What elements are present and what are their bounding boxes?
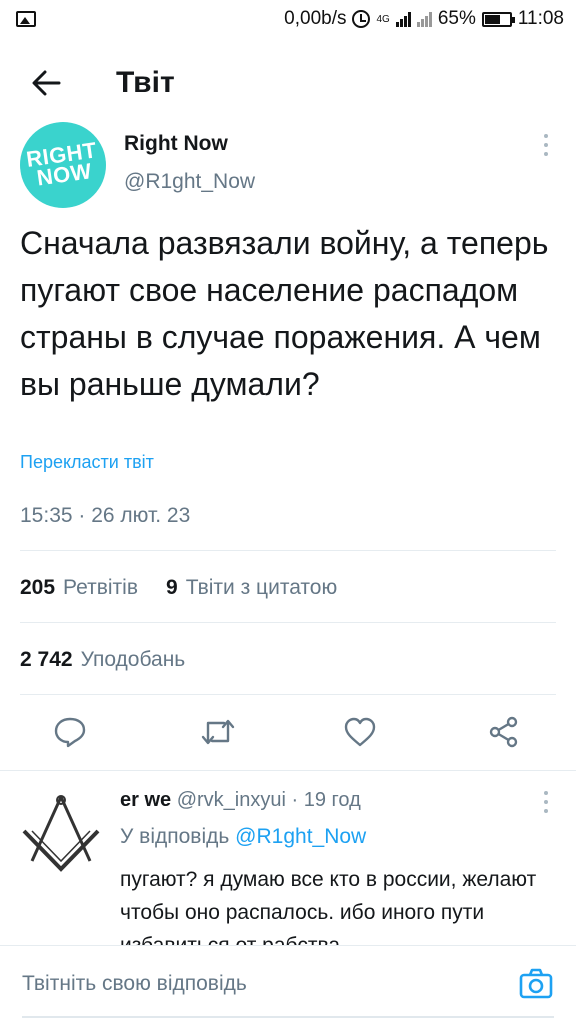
status-bar: 0,00b/s 4G 65% 11:08 [0,0,576,38]
retweet-stats: 205 Ретвітів 9 Твіти з цитатою [20,576,337,600]
tweet-timestamp: 15:35 · 26 лют. 23 [20,504,191,527]
retweet-icon [201,719,235,745]
translate-link[interactable]: Перекласти твіт [20,452,154,473]
retweet-button[interactable] [194,708,242,756]
status-right: 0,00b/s 4G 65% 11:08 [284,8,564,30]
back-button[interactable] [6,38,86,128]
tweet-actions [0,708,576,768]
reply-icon [54,717,86,748]
reply-header: er we @rvk_inxyui · 19 год [120,789,361,812]
tweet-author: RIGHT NOW Right Now @R1ght_Now [0,122,576,220]
share-icon [489,716,518,748]
reply-to-mention[interactable]: @R1ght_Now [235,825,366,848]
clock: 11:08 [517,8,564,29]
compass-square-icon [22,795,100,872]
reply-item[interactable]: er we @rvk_inxyui · 19 год У відповідь @… [0,770,576,945]
more-options-icon[interactable] [544,134,548,156]
reply-separator: · [291,789,299,811]
signal-icon [395,11,411,27]
like-icon [344,717,376,747]
battery-percent: 65% [437,8,476,29]
reply-to-line: У відповідь @R1ght_Now [120,825,366,849]
reply-more-options-icon[interactable] [544,791,548,813]
likes-label[interactable]: Уподобань [81,648,186,672]
battery-icon [481,11,515,27]
share-button[interactable] [480,708,528,756]
signal-secondary-icon [416,11,432,27]
network-type: 4G [376,13,390,25]
avatar-logo-line2: NOW [35,158,94,191]
divider [20,622,556,623]
quotes-count: 9 [166,576,178,599]
tweet: RIGHT NOW Right Now @R1ght_Now Сначала р… [0,122,576,748]
divider [20,694,556,695]
network-speed: 0,00b/s [284,8,347,29]
compose-bar [0,945,576,1024]
retweets-label[interactable]: Ретвітів [63,576,138,600]
reply-time: 19 год [303,789,361,811]
author-name[interactable]: Right Now [124,132,228,156]
divider [20,550,556,551]
author-handle[interactable]: @R1ght_Now [124,170,255,194]
like-button[interactable] [336,708,384,756]
alarm-icon [352,10,371,28]
reply-to-prefix: У відповідь [120,825,230,848]
reply-button[interactable] [46,708,94,756]
avatar[interactable]: RIGHT NOW [20,122,106,208]
camera-button[interactable] [518,966,554,1002]
reply-avatar[interactable] [18,791,104,877]
reply-text: пугают? я думаю все кто в россии, желают… [120,868,537,945]
avatar-logo: RIGHT NOW [20,122,106,208]
reply-input[interactable] [22,972,492,996]
arrow-left-icon [32,70,61,96]
input-underline [22,1016,554,1018]
likes-count: 2 742 [20,648,73,671]
quotes-label[interactable]: Твіти з цитатою [186,576,338,600]
reply-author-name[interactable]: er we [120,789,171,811]
retweets-count: 205 [20,576,56,599]
top-bar: Твіт [0,38,576,128]
tweet-text: Сначала развязали войну, а теперь пугают… [20,225,549,402]
camera-icon [519,968,553,999]
likes-stats: 2 742 Уподобань [20,648,185,672]
reply-author-handle[interactable]: @rvk_inxyui [177,789,286,811]
page-title: Твіт [116,66,175,99]
image-icon [16,11,36,27]
